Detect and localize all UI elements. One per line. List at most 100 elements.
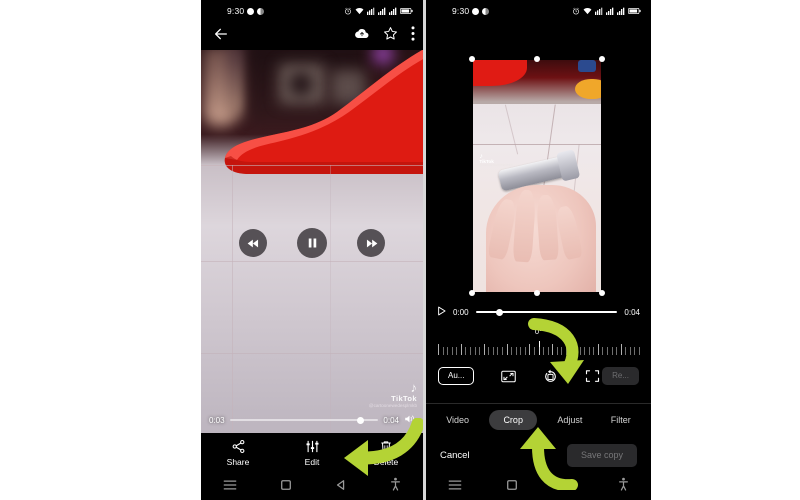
crop-canvas[interactable]: ♪ TikTok @cartoonewedesplmkb [426,22,651,297]
delete-label: Delete [373,457,399,467]
crop-handle-top-left[interactable] [469,56,475,62]
menu-icon[interactable] [448,478,462,496]
ruler-tick [565,347,567,355]
auto-button[interactable]: Au... [438,367,475,385]
delete-button[interactable]: Delete [356,439,416,467]
play-icon[interactable] [437,303,446,321]
trash-icon [381,441,391,453]
right-nav-bar [426,473,651,500]
ruler-tick [570,347,572,355]
editor-tabs: Video Crop Adjust Filter [426,406,651,434]
ruler-tick [456,347,458,355]
ruler-tick [497,347,499,355]
volume-icon[interactable] [404,411,415,429]
crop-handle-top-center[interactable] [534,56,540,62]
video-player[interactable]: ♪ TikTok @cartoonewedesplmkb 0:03 0:04 [201,50,423,433]
status-left-group: 9:30 [227,6,265,16]
ruler-tick [474,347,476,355]
aspect-ratio-icon[interactable] [498,365,518,387]
edit-label: Edit [304,457,320,467]
accessibility-icon[interactable] [390,477,401,496]
menu-icon[interactable] [223,478,237,496]
edit-button[interactable]: Edit [282,439,342,467]
half-moon-icon [482,7,490,15]
tab-adjust[interactable]: Adjust [549,410,590,430]
screenshot-stage: 9:30 ♪ TikTok @cartoonewedesplmkb 0:03 0… [0,0,800,500]
battery-icon [400,7,413,15]
home-square-icon[interactable] [280,478,292,496]
ruler-tick [593,347,595,355]
ruler-tick [579,347,581,355]
tiktok-brand-label: TikTok [391,393,417,403]
crop-handle-bottom-left[interactable] [469,290,475,296]
rotation-ruler[interactable] [438,341,640,355]
ruler-tick [511,347,513,355]
ruler-tick [547,347,549,355]
wifi-icon [355,7,364,15]
rotate-icon[interactable] [540,365,560,387]
ruler-tick [543,347,545,355]
crop-seek-slider[interactable] [475,308,618,316]
accessibility-icon[interactable] [618,477,629,496]
cancel-button[interactable]: Cancel [440,450,470,461]
crop-handle-bottom-right[interactable] [599,290,605,296]
crop-total-time: 0:04 [624,307,640,317]
ruler-tick [597,344,599,355]
back-triangle-icon[interactable] [335,478,347,496]
ruler-tick [602,347,604,355]
tab-separator [426,403,651,404]
back-triangle-icon[interactable] [562,478,574,496]
ruler-tick [483,344,485,355]
ruler-tick [639,347,640,355]
crop-tiktok-watermark: ♪ TikTok @cartoonewedesplmkb [479,153,512,168]
ruler-tick [520,347,522,355]
signal-icon [595,7,603,15]
alarm-icon [573,7,579,15]
reset-button[interactable]: Re... [602,367,639,385]
tab-crop[interactable]: Crop [489,410,537,430]
save-copy-button[interactable]: Save copy [566,443,637,467]
ruler-tick [556,347,558,355]
crop-current-time: 0:00 [453,307,469,317]
more-vertical-icon[interactable] [411,26,415,46]
editor-footer: Cancel Save copy [426,440,651,470]
tiktok-note-icon: ♪ [410,379,418,395]
signal-bars-2-icon [617,7,625,15]
cloud-upload-icon[interactable] [354,27,370,45]
crop-frame[interactable]: ♪ TikTok @cartoonewedesplmkb [469,56,605,296]
rewind-button[interactable] [239,229,267,257]
seek-slider[interactable] [229,416,379,424]
star-icon[interactable] [383,26,398,46]
ruler-tick [492,347,494,355]
ruler-tick [447,347,449,355]
crop-handle-top-right[interactable] [599,56,605,62]
ruler-tick [479,347,481,355]
ruler-tick [451,347,453,355]
rewind-icon [247,239,258,247]
dot-icon [247,7,255,15]
crop-seek-handle[interactable] [496,308,504,316]
tab-filter[interactable]: Filter [603,410,639,430]
seek-handle[interactable] [357,416,365,424]
back-arrow-icon[interactable] [213,26,229,47]
share-button[interactable]: Share [208,439,268,467]
signal-bars-icon [606,7,614,15]
crop-handle-bottom-center[interactable] [534,290,540,296]
tiktok-watermark: ♪ TikTok @cartoonewedesplmkb [369,381,417,409]
home-square-icon[interactable] [506,478,518,496]
forward-button[interactable] [357,229,385,257]
tab-video[interactable]: Video [438,410,477,430]
ruler-tick [442,347,444,355]
left-phone-screen: 9:30 ♪ TikTok @cartoonewedesplmkb 0:03 0… [201,0,423,500]
ruler-tick [616,347,618,355]
rotation-degree-label: 0° [534,327,543,336]
ruler-tick [588,347,590,355]
free-crop-icon[interactable] [582,365,602,387]
pause-button[interactable] [297,228,327,258]
current-time-label: 0:03 [209,415,225,425]
left-top-bar [201,22,423,50]
ruler-tick [465,347,467,355]
ruler-tick [524,347,526,355]
ruler-tick [607,347,609,355]
ruler-tick [533,347,535,355]
